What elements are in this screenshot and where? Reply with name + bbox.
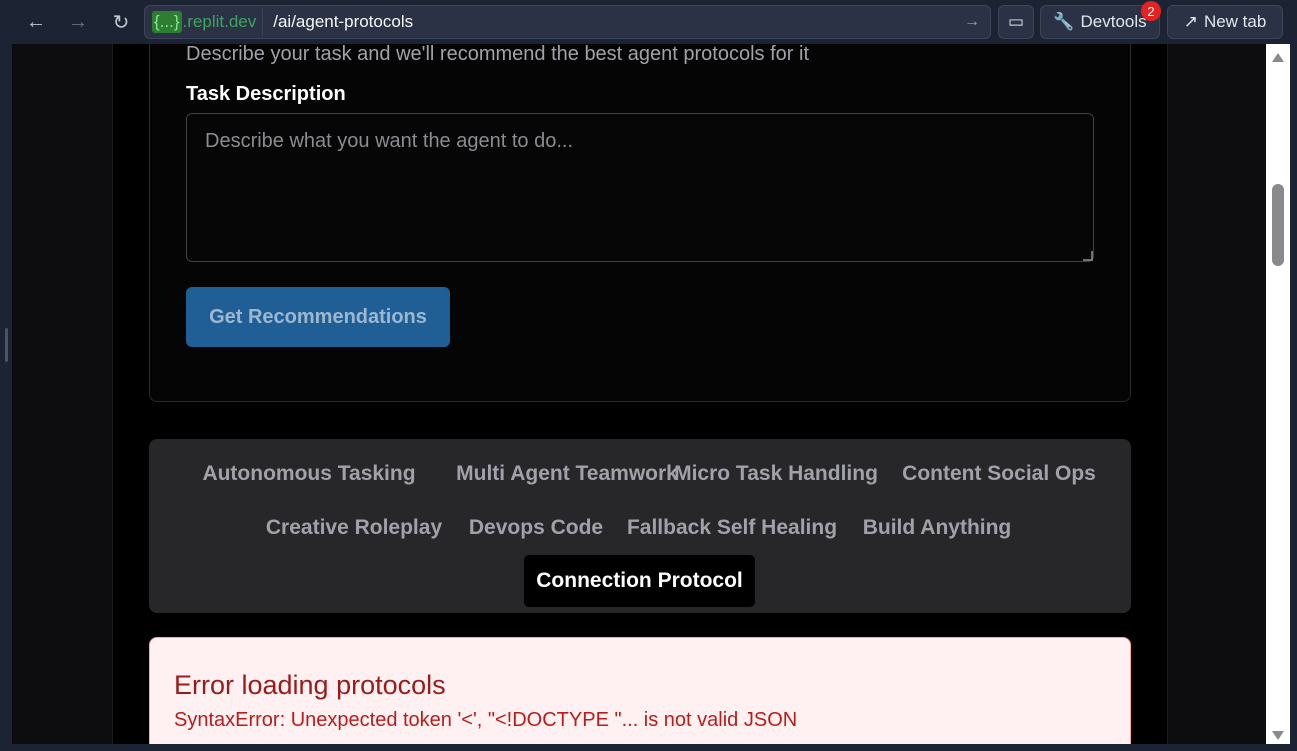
go-arrow-icon[interactable]: → (960, 13, 984, 31)
tab-build-anything[interactable]: Build Anything (857, 503, 1017, 553)
domain-text: .replit.dev (182, 12, 257, 31)
vertical-scrollbar[interactable] (1266, 44, 1290, 744)
domain-chip[interactable]: {...} .replit.dev (148, 8, 264, 36)
forward-arrow-icon[interactable]: → (64, 8, 92, 36)
new-tab-button[interactable]: ↗ New tab (1167, 5, 1283, 39)
scroll-up-arrow-icon[interactable] (1272, 53, 1284, 62)
back-arrow-icon[interactable]: ← (22, 8, 50, 36)
error-alert: Error loading protocols SyntaxError: Une… (149, 637, 1131, 744)
tab-micro-task-handling[interactable]: Micro Task Handling (666, 449, 886, 499)
new-tab-label: New tab (1203, 12, 1267, 31)
tab-devops-code[interactable]: Devops Code (465, 503, 607, 553)
tab-creative-roleplay[interactable]: Creative Roleplay (261, 503, 447, 553)
card-description: Describe your task and we'll recommend t… (186, 44, 810, 65)
monitor-icon: ▭ (1007, 12, 1025, 31)
tab-fallback-self-healing[interactable]: Fallback Self Healing (625, 503, 839, 553)
tab-content-social-ops[interactable]: Content Social Ops (899, 449, 1099, 499)
address-bar[interactable]: {...} .replit.dev /ai/agent-protocols → (144, 5, 991, 39)
browser-toolbar: ← → ↻ {...} .replit.dev /ai/agent-protoc… (12, 0, 1297, 44)
devtools-button[interactable]: 🔧 Devtools 2 (1040, 1, 1161, 39)
window-bottom-edge (0, 744, 1297, 751)
replit-domain-badge: {...} (152, 11, 182, 33)
error-title: Error loading protocols (174, 670, 446, 700)
external-link-icon: ↗ (1183, 12, 1198, 31)
panel-resize-handle[interactable] (5, 328, 8, 362)
get-recommendations-button[interactable]: Get Recommendations (186, 287, 450, 347)
resize-grip-icon[interactable] (1083, 251, 1093, 261)
recommendation-card: Describe your task and we'll recommend t… (149, 44, 1131, 402)
browser-window: ← → ↻ {...} .replit.dev /ai/agent-protoc… (0, 0, 1297, 751)
task-description-input[interactable] (186, 113, 1094, 262)
wrench-icon: 🔧 (1053, 12, 1075, 31)
protocol-tabs: Autonomous Tasking Multi Agent Teamwork … (149, 439, 1131, 613)
device-preview-button[interactable]: ▭ (998, 5, 1034, 39)
task-description-label: Task Description (186, 83, 346, 105)
devtools-count-badge: 2 (1141, 1, 1161, 21)
error-message: SyntaxError: Unexpected token '<', "<!DO… (174, 709, 798, 731)
devtools-label: Devtools (1080, 12, 1147, 31)
tab-autonomous-tasking[interactable]: Autonomous Tasking (171, 449, 447, 499)
page-viewport: Describe your task and we'll recommend t… (12, 44, 1266, 744)
url-path[interactable]: /ai/agent-protocols (273, 12, 960, 32)
reload-icon[interactable]: ↻ (107, 8, 135, 36)
scroll-thumb[interactable] (1272, 184, 1284, 266)
scroll-down-arrow-icon[interactable] (1272, 731, 1284, 740)
tab-connection-protocol[interactable]: Connection Protocol (524, 555, 755, 607)
